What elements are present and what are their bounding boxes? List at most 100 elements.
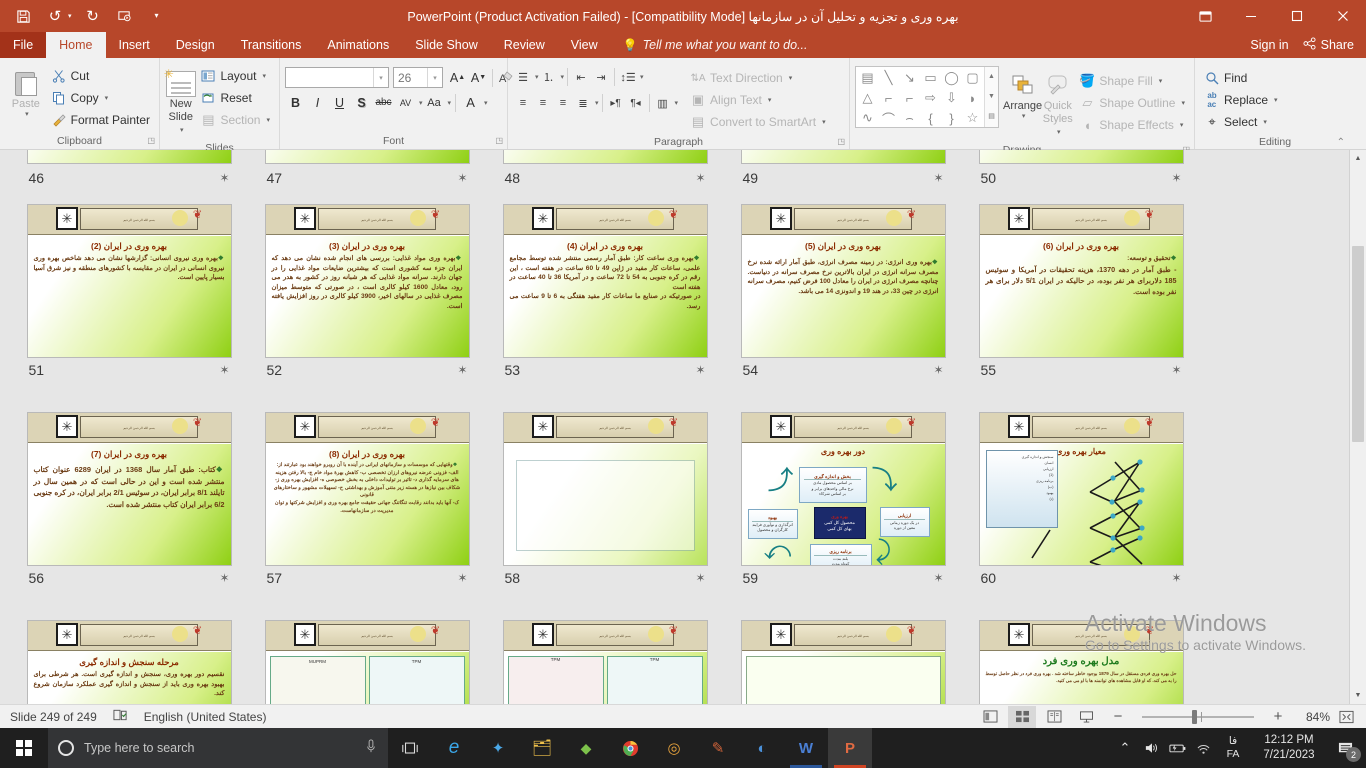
- network-icon[interactable]: [1190, 728, 1216, 768]
- arrange-dropdown-icon[interactable]: ▾: [1022, 112, 1026, 120]
- justify-button[interactable]: ≣: [573, 93, 593, 113]
- tab-review[interactable]: Review: [491, 32, 558, 58]
- columns-dropdown-icon[interactable]: ▾: [595, 99, 599, 107]
- scroll-up-button[interactable]: ▲: [1350, 150, 1366, 167]
- reading-view-button[interactable]: [1040, 706, 1068, 728]
- slide-thumbnail-54[interactable]: بسم الله الرحمن الرحیم ❦ بهره وری در ایر…: [724, 204, 962, 412]
- slide-thumbnail-63[interactable]: بسم الله الرحمن الرحیم ❦ TPM TPM: [486, 620, 724, 704]
- columns-button[interactable]: ▥: [653, 93, 673, 113]
- powerpoint-taskbar-icon[interactable]: P: [828, 728, 872, 768]
- select-button[interactable]: ⌖ Select ▾: [1200, 111, 1282, 133]
- strikethrough-button[interactable]: abc: [373, 92, 394, 113]
- shape-elbow-connector-icon[interactable]: ⌐: [878, 88, 899, 108]
- tab-insert[interactable]: Insert: [106, 32, 163, 58]
- shape-triangle-icon[interactable]: △: [857, 88, 878, 108]
- font-name-dropdown-icon[interactable]: ▾: [373, 68, 388, 87]
- undo-icon[interactable]: ↺: [40, 3, 70, 29]
- character-spacing-button[interactable]: AV: [395, 92, 416, 113]
- start-button[interactable]: [0, 728, 48, 768]
- zoom-slider-handle[interactable]: [1192, 710, 1197, 724]
- shapes-more-icon[interactable]: ▤: [985, 107, 998, 127]
- save-icon[interactable]: [8, 3, 38, 29]
- shape-line-icon[interactable]: ╲: [878, 68, 899, 88]
- align-text-dropdown-icon[interactable]: ▾: [768, 96, 772, 104]
- shape-rounded-rect-icon[interactable]: ▢: [962, 68, 983, 88]
- font-size-dropdown-icon[interactable]: ▾: [427, 68, 442, 87]
- slide-thumbnail-58[interactable]: بسم الله الرحمن الرحیم ❦ 58 ✶: [486, 412, 724, 620]
- decrease-indent-button[interactable]: ⇤: [571, 67, 591, 87]
- scroll-down-button[interactable]: ▼: [1350, 687, 1366, 704]
- shapes-scroll-up-icon[interactable]: ▲: [985, 67, 998, 87]
- slide-thumbnail-57[interactable]: بسم الله الرحمن الرحیم ❦ بهره وری در ایر…: [248, 412, 486, 620]
- slide-thumbnail-62[interactable]: بسم الله الرحمن الرحیم ❦ TPM MUPRM: [248, 620, 486, 704]
- font-color-dropdown-icon[interactable]: ▾: [484, 99, 488, 107]
- character-spacing-dropdown-icon[interactable]: ▾: [419, 99, 423, 107]
- app-orange-icon[interactable]: ◎: [652, 728, 696, 768]
- language-indicator[interactable]: English (United States): [144, 710, 267, 724]
- slide-thumbnail-59[interactable]: بسم الله الرحمن الرحیم ❦ دور بهره وری بخ…: [724, 412, 962, 620]
- shape-outline-dropdown-icon[interactable]: ▾: [1181, 99, 1185, 107]
- paste-dropdown-icon[interactable]: ▾: [25, 110, 29, 118]
- convert-to-smartart-button[interactable]: ▤ Convert to SmartArt ▾: [686, 111, 830, 133]
- word-taskbar-icon[interactable]: W: [784, 728, 828, 768]
- app-green-icon[interactable]: ◆: [564, 728, 608, 768]
- zoom-slider[interactable]: [1142, 707, 1254, 727]
- text-direction-button[interactable]: ⇅A Text Direction ▾: [686, 67, 830, 89]
- slide-show-button[interactable]: [1072, 706, 1100, 728]
- redo-icon[interactable]: ↻: [78, 3, 108, 29]
- slide-counter[interactable]: Slide 249 of 249: [10, 710, 97, 724]
- section-dropdown-icon[interactable]: ▾: [266, 116, 270, 124]
- font-dialog-launcher[interactable]: ◳: [495, 133, 503, 148]
- fit-slide-to-window-button[interactable]: [1334, 706, 1358, 728]
- chrome-icon[interactable]: [608, 728, 652, 768]
- rtl-text-direction-button[interactable]: ¶◂: [626, 93, 646, 113]
- copy-button[interactable]: Copy ▾: [47, 87, 154, 109]
- shape-arrow-icon[interactable]: ↘: [899, 68, 920, 88]
- slide-thumbnail-60[interactable]: بسم الله الرحمن الرحیم ❦ معیار بهره وری …: [962, 412, 1200, 620]
- tool-app-icon[interactable]: ✎: [696, 728, 740, 768]
- shape-star-icon[interactable]: ☆: [962, 108, 983, 128]
- tab-view[interactable]: View: [558, 32, 611, 58]
- share-button[interactable]: Share: [1303, 37, 1354, 53]
- line-spacing-button[interactable]: ↕☰: [618, 67, 638, 87]
- align-right-button[interactable]: ≡: [553, 93, 573, 113]
- notes-icon[interactable]: [113, 708, 128, 725]
- paste-button[interactable]: Paste ▾: [5, 63, 47, 120]
- slide-thumbnail-46[interactable]: 46 ✶: [10, 150, 248, 196]
- columns-more-icon[interactable]: ▾: [675, 99, 679, 107]
- shape-arc-icon[interactable]: ⌒: [878, 108, 899, 128]
- slide-thumbnail-48[interactable]: 48 ✶: [486, 150, 724, 196]
- clipboard-dialog-launcher[interactable]: ◳: [147, 133, 155, 148]
- shape-elbow-arrow-icon[interactable]: ⌐: [899, 88, 920, 108]
- clock[interactable]: 12:12 PM 7/21/2023: [1250, 728, 1328, 768]
- browser-app-icon[interactable]: ◐: [740, 728, 784, 768]
- collapse-ribbon-button[interactable]: ⌃: [1337, 135, 1345, 150]
- slide-thumbnail-52[interactable]: بسم الله الرحمن الرحیم ❦ بهره وری در ایر…: [248, 204, 486, 412]
- slide-thumbnail-64[interactable]: بسم الله الرحمن الرحیم ❦: [724, 620, 962, 704]
- slide-sorter-pane[interactable]: 46 ✶ 47 ✶ 48 ✶: [0, 150, 1366, 704]
- layout-dropdown-icon[interactable]: ▾: [262, 72, 266, 80]
- shapes-gallery[interactable]: ▤ ╲ ↘ ▭ ◯ ▢ △ ⌐ ⌐ ⇨ ⇩ ◗ ∿ ⌒ ⌢: [855, 66, 999, 128]
- undo-dropdown-icon[interactable]: ▾: [68, 12, 76, 20]
- task-view-icon[interactable]: [388, 728, 432, 768]
- shape-down-arrow-icon[interactable]: ⇩: [941, 88, 962, 108]
- line-spacing-dropdown-icon[interactable]: ▾: [640, 73, 644, 81]
- section-button[interactable]: ▤ Section ▾: [196, 109, 274, 131]
- zoom-out-button[interactable]: −: [1104, 706, 1132, 728]
- font-color-button[interactable]: A: [460, 92, 481, 113]
- smartart-dropdown-icon[interactable]: ▾: [822, 118, 826, 126]
- shape-fill-dropdown-icon[interactable]: ▾: [1159, 77, 1163, 85]
- bluetooth-icon[interactable]: ✦: [476, 728, 520, 768]
- shape-effects-dropdown-icon[interactable]: ▾: [1180, 121, 1184, 129]
- bold-button[interactable]: B: [285, 92, 306, 113]
- align-text-button[interactable]: ▣ Align Text ▾: [686, 89, 830, 111]
- font-size-combobox[interactable]: 26 ▾: [393, 67, 443, 88]
- zoom-level[interactable]: 84%: [1296, 710, 1330, 724]
- slide-thumbnail-61[interactable]: بسم الله الرحمن الرحیم ❦ مرحله سنجش و ان…: [10, 620, 248, 704]
- battery-icon[interactable]: [1164, 728, 1190, 768]
- format-painter-button[interactable]: Format Painter: [47, 109, 154, 131]
- ribbon-display-options-icon[interactable]: [1182, 0, 1228, 32]
- shape-scribble-icon[interactable]: ∿: [857, 108, 878, 128]
- shape-left-brace-icon[interactable]: {: [920, 108, 941, 128]
- cut-button[interactable]: Cut: [47, 65, 154, 87]
